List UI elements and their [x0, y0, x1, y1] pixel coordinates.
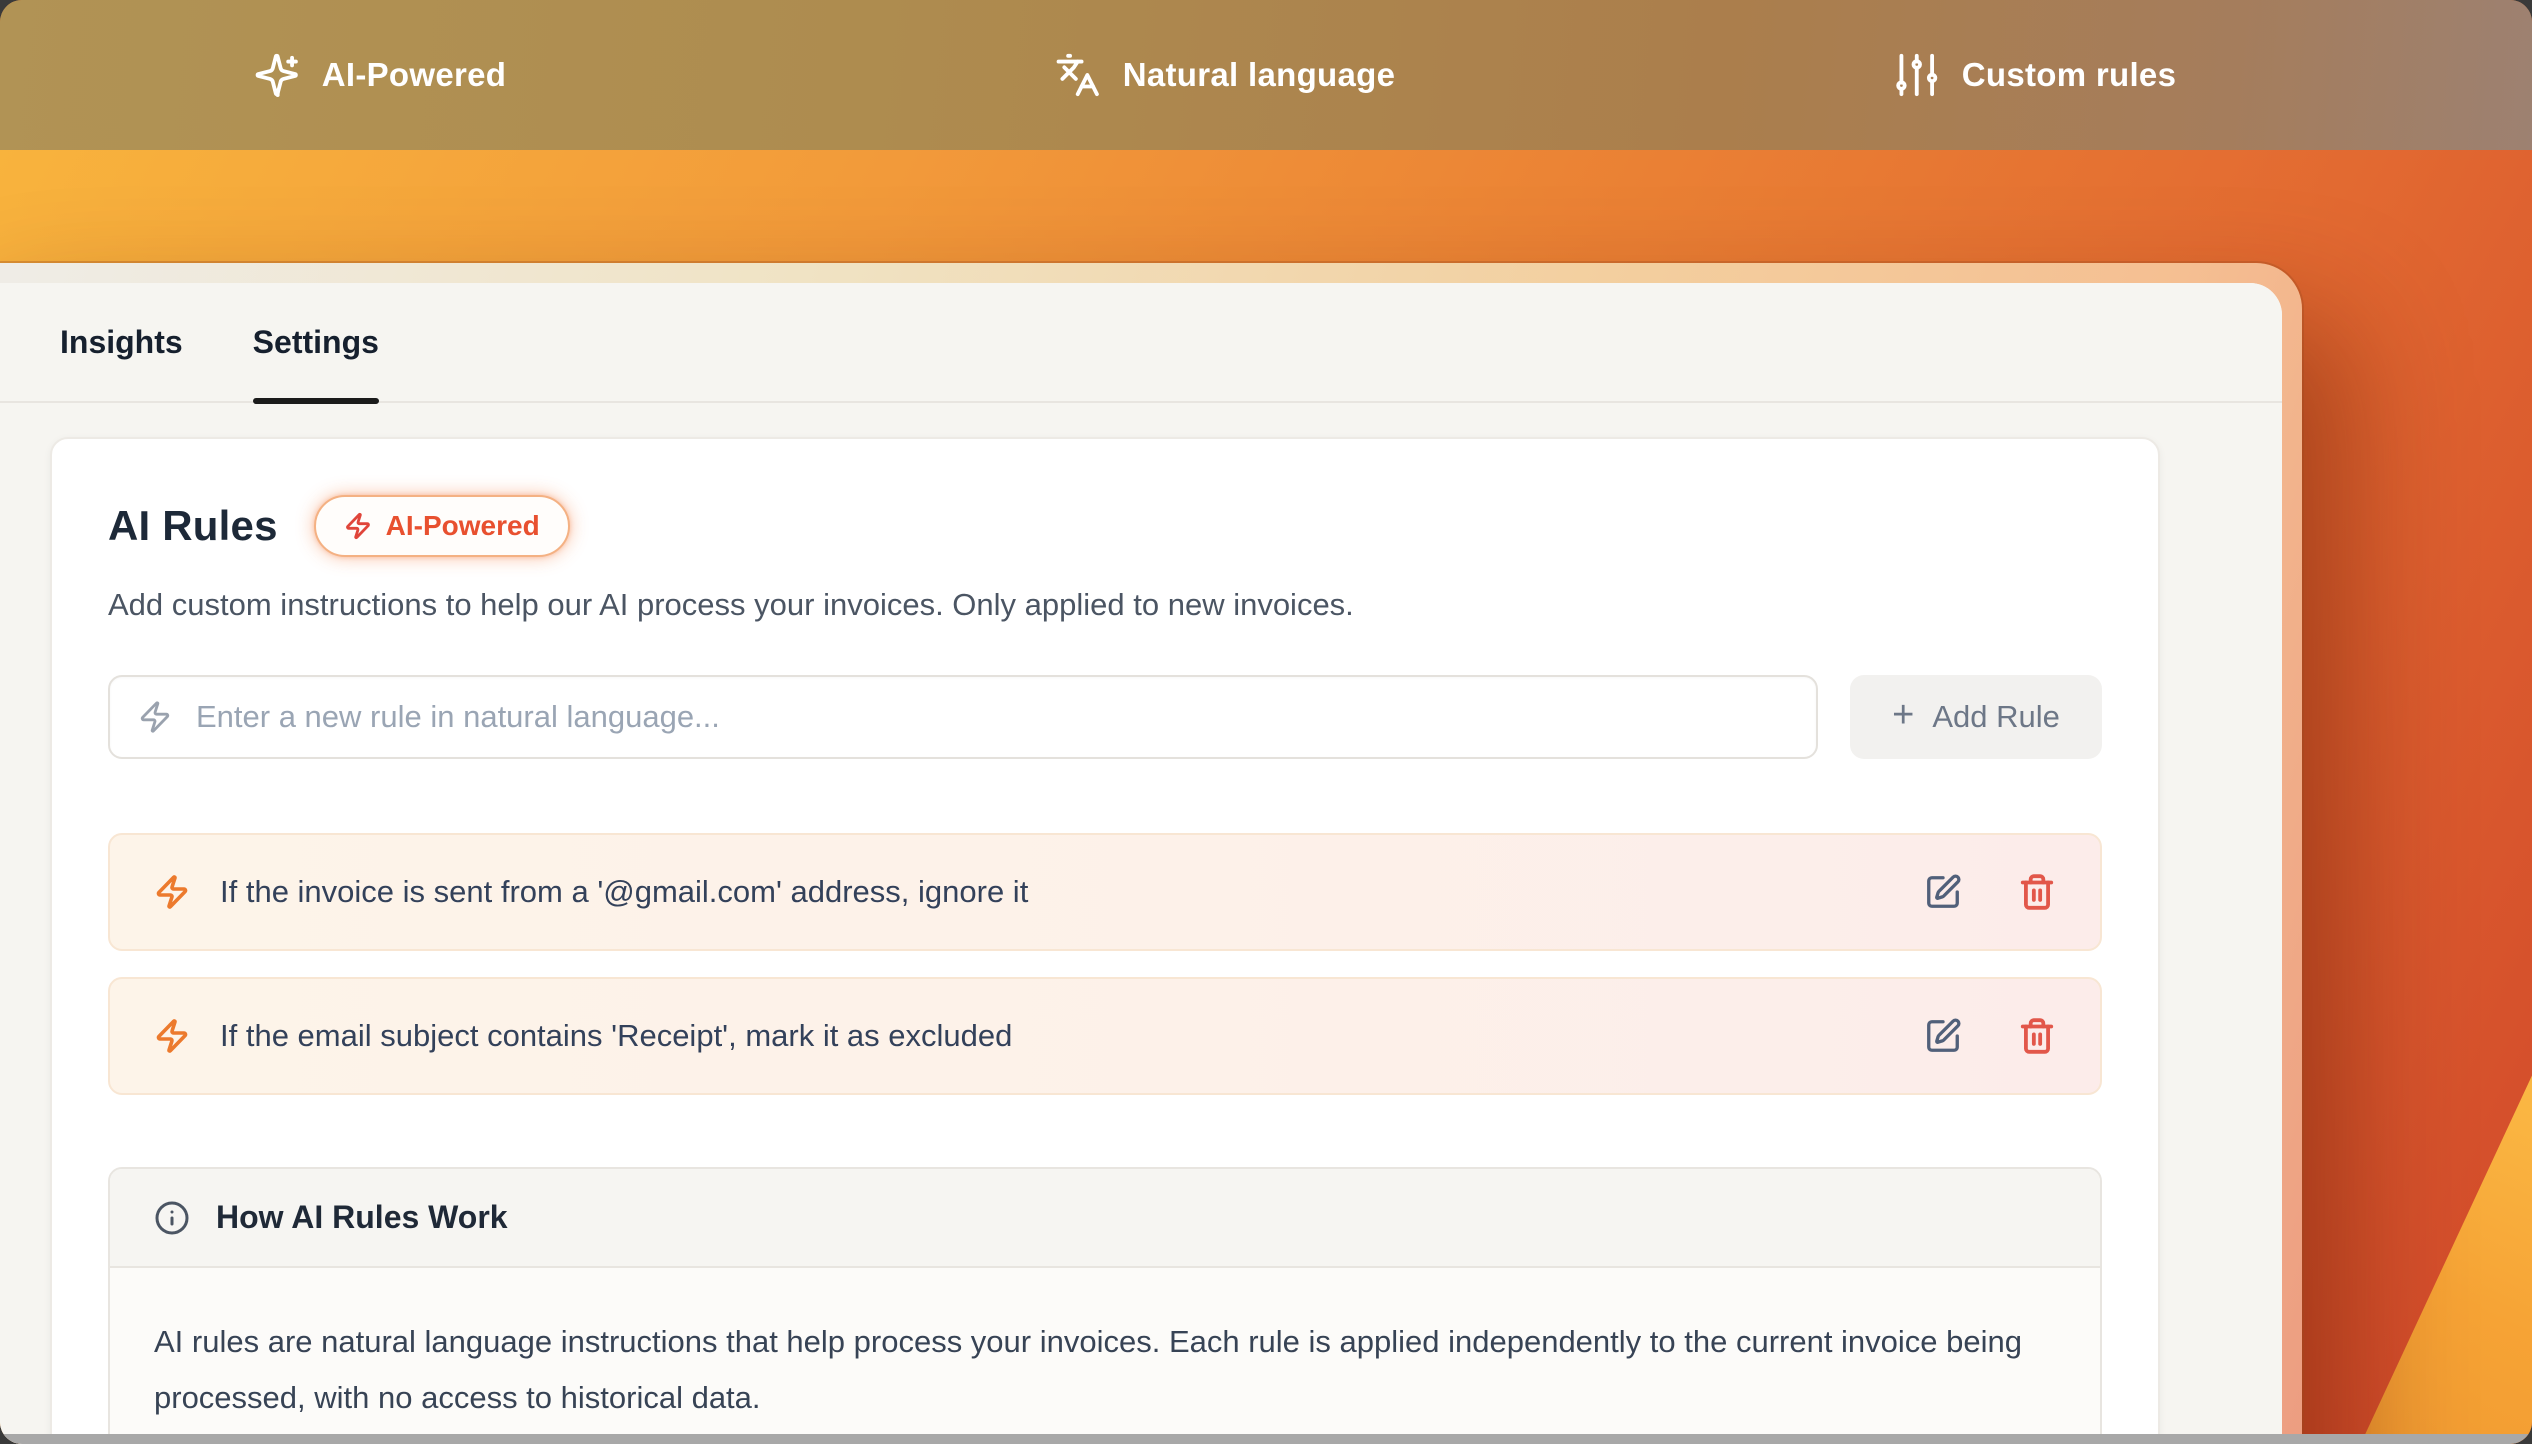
rule-row: If the invoice is sent from a '@gmail.co… — [108, 833, 2102, 951]
info-card-body: AI rules are natural language instructio… — [110, 1268, 2100, 1444]
sparkles-icon — [254, 52, 300, 98]
ai-powered-badge: AI-Powered — [314, 495, 570, 557]
feature-label: Natural language — [1123, 56, 1396, 94]
bolt-icon — [138, 700, 172, 734]
edit-rule-button[interactable] — [1924, 1017, 1962, 1055]
feature-custom-rules: Custom rules — [1894, 52, 2176, 98]
edit-rule-button[interactable] — [1924, 873, 1962, 911]
feature-natural-language: Natural language — [1055, 52, 1396, 98]
badge-label: AI-Powered — [386, 510, 540, 542]
ai-rules-card: AI Rules AI-Powered Add custom instructi… — [50, 437, 2160, 1444]
rule-row: If the email subject contains 'Receipt',… — [108, 977, 2102, 1095]
tab-settings[interactable]: Settings — [253, 283, 379, 402]
tab-insights[interactable]: Insights — [60, 283, 183, 402]
feature-bar: AI-Powered Natural language Custom rules — [0, 0, 2532, 150]
wallpaper-diagonal-highlight — [2280, 1000, 2532, 1444]
feature-ai-powered: AI-Powered — [254, 52, 507, 98]
info-card-header: How AI Rules Work — [110, 1169, 2100, 1268]
bolt-icon — [344, 512, 372, 540]
delete-rule-button[interactable] — [2018, 873, 2056, 911]
trash-icon — [2018, 1017, 2056, 1055]
bolt-icon — [154, 1018, 190, 1054]
rule-text: If the invoice is sent from a '@gmail.co… — [220, 874, 1924, 910]
how-ai-rules-work-card: How AI Rules Work AI rules are natural l… — [108, 1167, 2102, 1444]
bolt-icon — [154, 874, 190, 910]
trash-icon — [2018, 873, 2056, 911]
ai-rules-title: AI Rules — [108, 502, 278, 550]
new-rule-input-shell — [108, 675, 1818, 759]
sliders-icon — [1894, 52, 1940, 98]
ai-rules-title-row: AI Rules AI-Powered — [108, 495, 2102, 557]
tab-label: Insights — [60, 324, 183, 361]
add-rule-button[interactable]: + Add Rule — [1850, 675, 2102, 759]
window-content: Insights Settings AI Rules AI-Powered — [0, 283, 2282, 1444]
ai-rules-description: Add custom instructions to help our AI p… — [108, 587, 2102, 623]
translate-icon — [1055, 52, 1101, 98]
new-rule-input[interactable] — [194, 698, 1788, 736]
info-icon — [154, 1200, 190, 1236]
image-bottom-edge — [0, 1434, 2532, 1444]
feature-label: AI-Powered — [322, 56, 507, 94]
rules-list: If the invoice is sent from a '@gmail.co… — [108, 833, 2102, 1095]
edit-icon — [1924, 873, 1962, 911]
plus-icon: + — [1892, 696, 1914, 734]
app-window: Insights Settings AI Rules AI-Powered — [0, 263, 2302, 1444]
edit-icon — [1924, 1017, 1962, 1055]
add-rule-label: Add Rule — [1932, 699, 2060, 735]
info-card-title: How AI Rules Work — [216, 1199, 508, 1236]
tab-label: Settings — [253, 324, 379, 361]
info-card-text: AI rules are natural language instructio… — [154, 1314, 2054, 1426]
feature-label: Custom rules — [1962, 56, 2176, 94]
tab-bar: Insights Settings — [0, 283, 2282, 403]
delete-rule-button[interactable] — [2018, 1017, 2056, 1055]
screenshot-root: AI-Powered Natural language Custom rules — [0, 0, 2532, 1444]
rule-text: If the email subject contains 'Receipt',… — [220, 1018, 1924, 1054]
new-rule-row: + Add Rule — [108, 675, 2102, 759]
